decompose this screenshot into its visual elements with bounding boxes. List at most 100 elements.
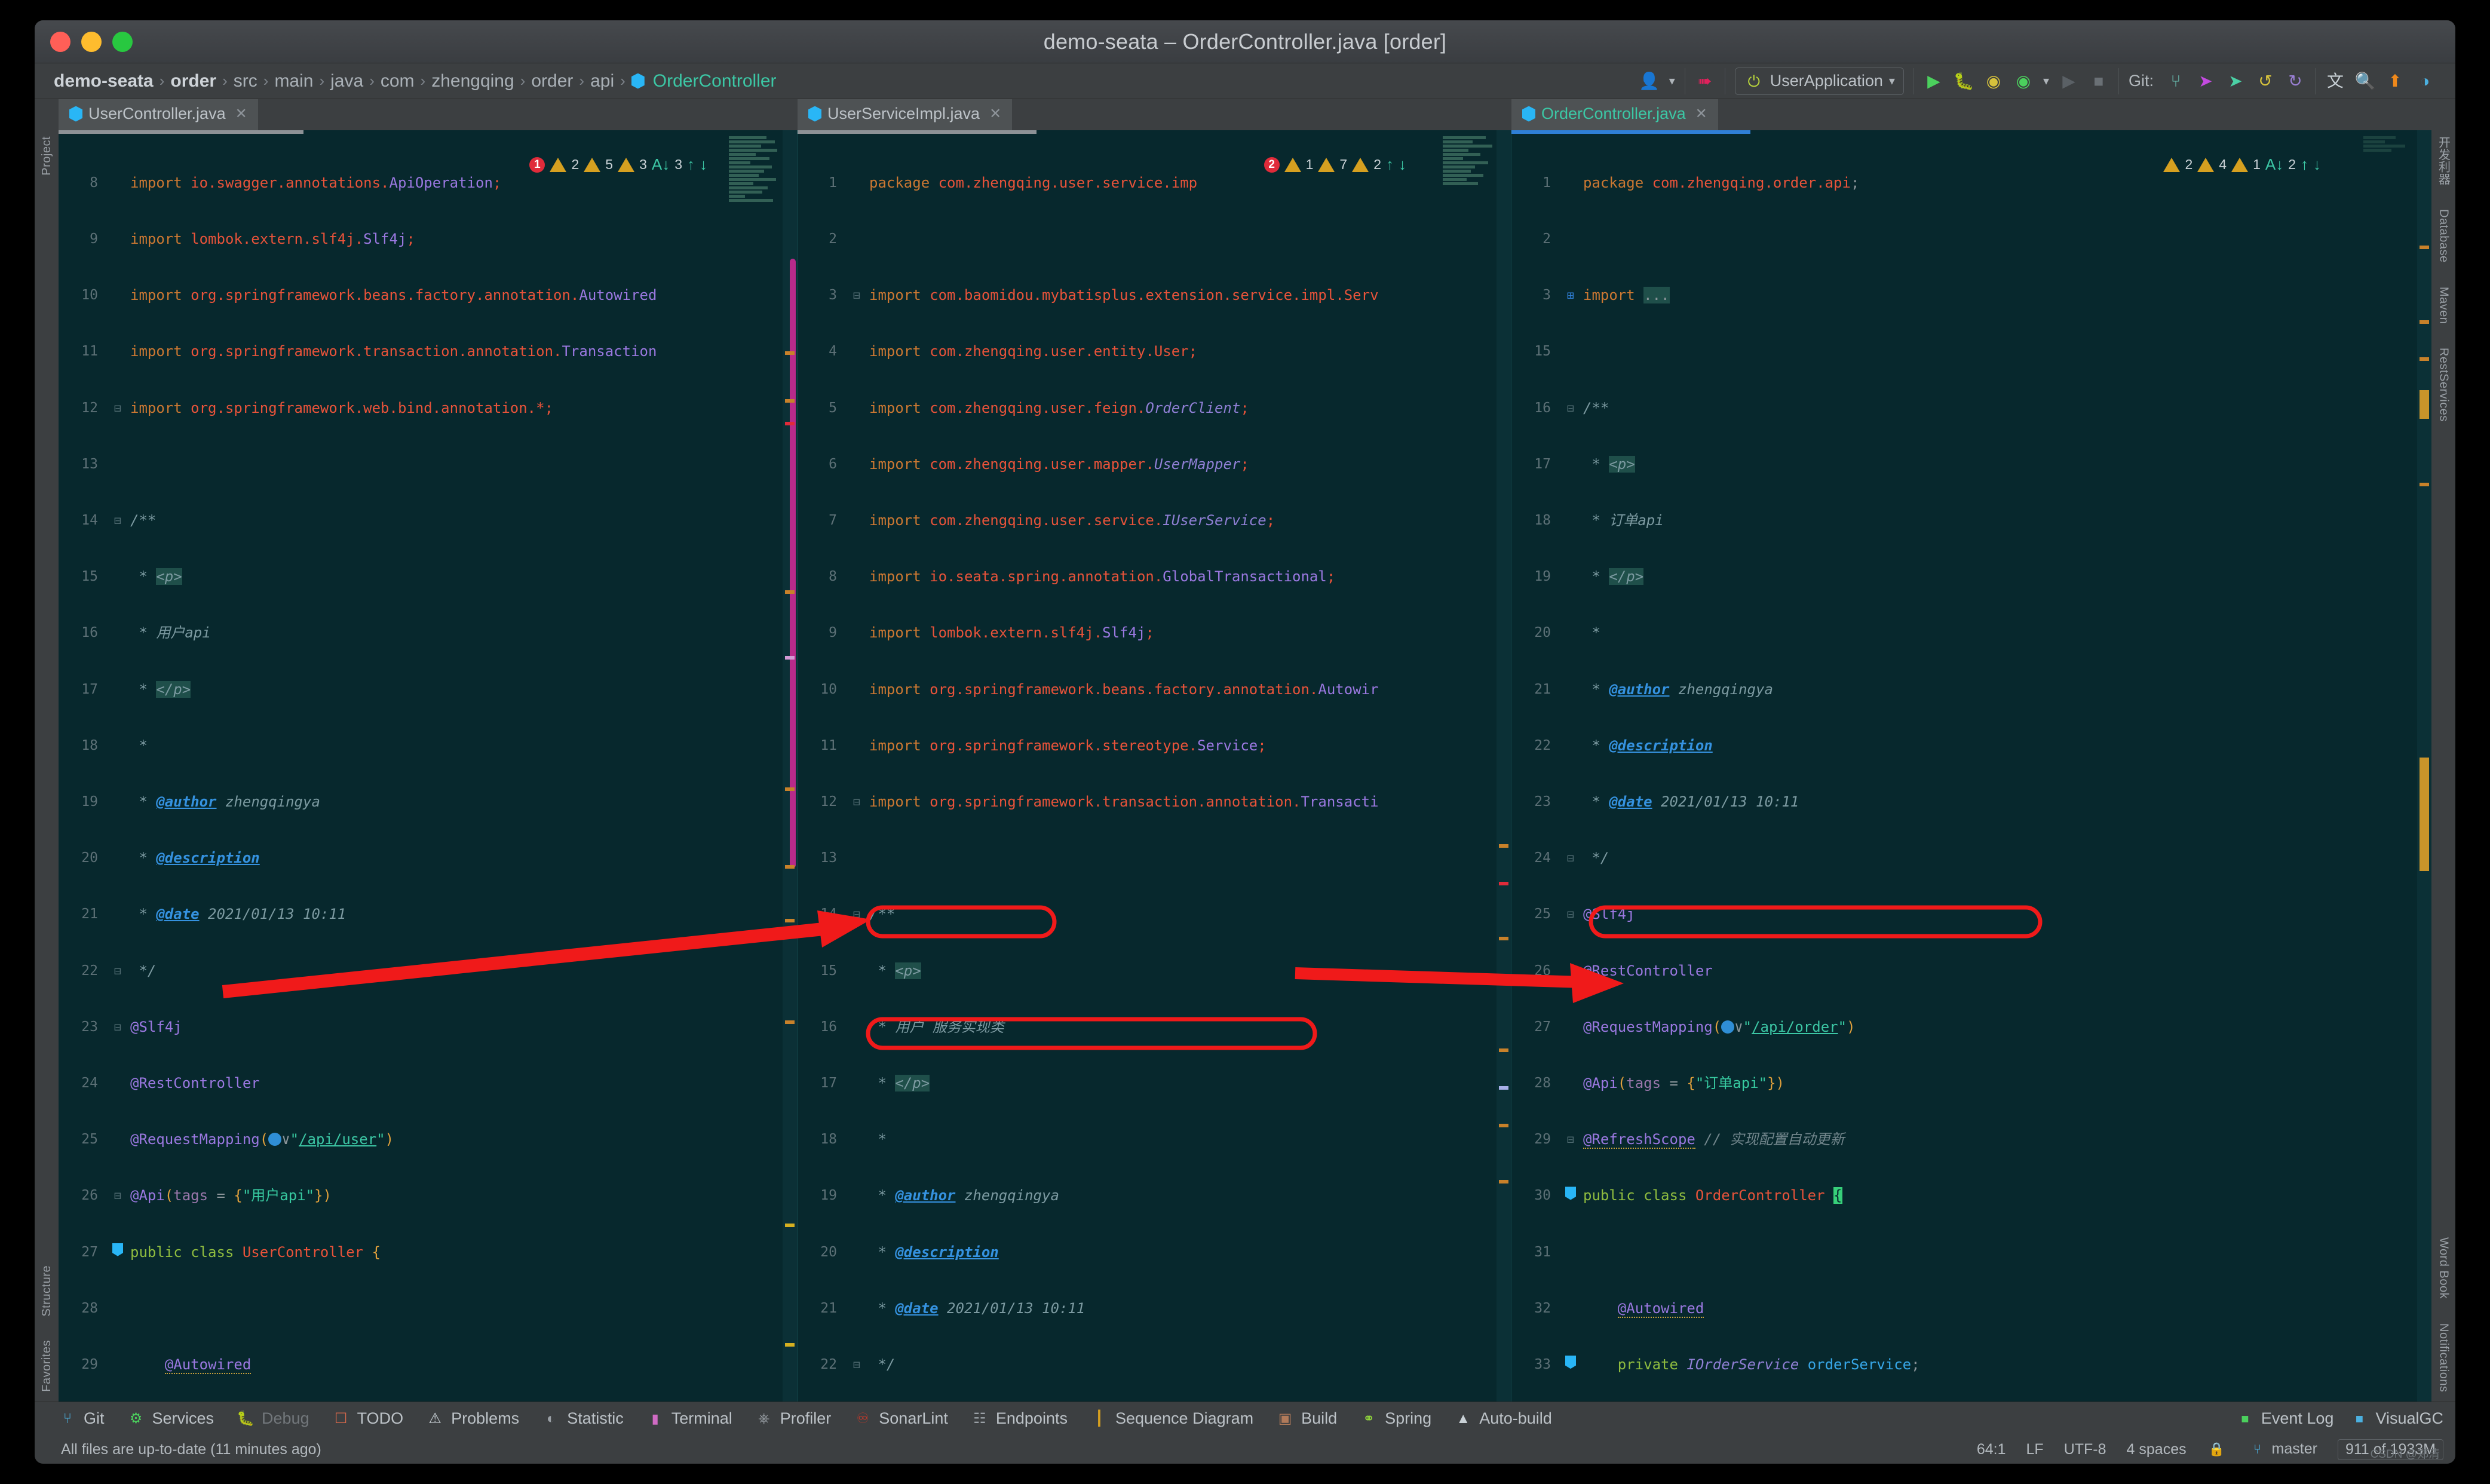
tool-button-spring[interactable]: ⚭ Spring: [1348, 1409, 1442, 1429]
warning-count-3: 2: [1373, 157, 1381, 172]
tool-button-todo[interactable]: ☐ TODO: [320, 1409, 415, 1429]
tool-button-statistic[interactable]: ◐ Statistic: [530, 1409, 634, 1429]
next-problem-icon[interactable]: ↓: [2313, 155, 2321, 174]
sidebar-item-wordbook[interactable]: Word Book: [2437, 1237, 2451, 1299]
tool-button-debug[interactable]: 🐛 Debug: [225, 1409, 320, 1429]
editor-scrollbar-thumb[interactable]: [790, 259, 796, 868]
tool-button-profiler[interactable]: ⎈ Profiler: [743, 1409, 842, 1429]
tool-button-problems[interactable]: ⚠ Problems: [414, 1409, 530, 1429]
code-minimap-left[interactable]: [729, 136, 783, 1402]
inspection-widget-middle[interactable]: 2 1 7 2 ↑ ↓: [1264, 155, 1406, 174]
prev-problem-icon[interactable]: ↑: [687, 155, 695, 174]
sidebar-item-notifications[interactable]: Notifications: [2437, 1323, 2451, 1392]
breadcrumb-item-5[interactable]: com: [377, 71, 418, 91]
translate-icon[interactable]: 文: [2325, 71, 2345, 91]
error-count-badge[interactable]: 1: [529, 157, 545, 173]
editor-tab-strip: UserController.java ✕ UserServiceImpl.ja…: [35, 99, 2455, 130]
debug-icon[interactable]: 🐛: [1954, 71, 1974, 91]
profiler-icon[interactable]: ◉: [2013, 71, 2034, 91]
change-marker: [785, 787, 795, 791]
sidebar-item-project[interactable]: Project: [40, 136, 54, 176]
tab-usercontroller[interactable]: UserController.java ✕: [59, 99, 258, 130]
inspection-widget-right[interactable]: 2 4 1 A↓ 2 ↑ ↓: [2163, 155, 2321, 174]
breadcrumb-item-4[interactable]: java: [327, 71, 367, 91]
ide-icon[interactable]: ◑: [2415, 71, 2435, 91]
run-coverage-icon[interactable]: ◉: [1983, 71, 2004, 91]
ca­ret-position[interactable]: 64:1: [1977, 1441, 2006, 1458]
breadcrumb-item-0[interactable]: demo-seata: [50, 71, 157, 91]
next-problem-icon[interactable]: ↓: [1399, 155, 1406, 174]
tool-button-build[interactable]: ▣ Build: [1264, 1409, 1348, 1429]
breadcrumb-separator: ›: [222, 72, 228, 90]
tool-button-auto-build[interactable]: ▲ Auto-build: [1442, 1409, 1563, 1429]
git-history-icon[interactable]: ↺: [2255, 71, 2276, 91]
close-icon[interactable]: ✕: [235, 105, 247, 122]
marker-bar-right[interactable]: [2417, 130, 2431, 1402]
chevron-down-icon[interactable]: ▾: [1889, 73, 1895, 88]
close-icon[interactable]: ✕: [989, 105, 1001, 122]
status-bar: All files are up-to-date (11 minutes ago…: [35, 1435, 2455, 1464]
typo-count: 3: [674, 157, 682, 172]
sidebar-item-favorites[interactable]: Favorites: [40, 1340, 54, 1392]
tool-button-git[interactable]: ⑂ Git: [47, 1409, 115, 1429]
tab-label: UserController.java: [88, 105, 226, 122]
sidebar-item-database[interactable]: Database: [2437, 209, 2451, 263]
breadcrumb[interactable]: demo-seata › order › src › main › java ›…: [50, 71, 780, 91]
line-separator[interactable]: LF: [2026, 1441, 2044, 1458]
git-revert-icon[interactable]: ↻: [2285, 71, 2305, 91]
tool-button-visualgc[interactable]: ■ VisualGC: [2349, 1409, 2443, 1429]
indent-setting[interactable]: 4 spaces: [2127, 1441, 2187, 1458]
marker-bar-left[interactable]: [783, 130, 797, 1402]
breadcrumb-item-2[interactable]: src: [230, 71, 261, 91]
code-middle[interactable]: 1 package com.zhengqing.user.service.imp …: [798, 136, 1511, 1402]
tool-button-sonarlint[interactable]: ♾ SonarLint: [842, 1409, 959, 1429]
code-minimap-right[interactable]: [2363, 136, 2417, 1402]
tool-button-services[interactable]: ⚙ Services: [115, 1409, 225, 1429]
tool-button-terminal[interactable]: ▮ Terminal: [634, 1409, 743, 1429]
chevron-down-icon[interactable]: ▾: [2043, 73, 2049, 88]
run-configuration-selector[interactable]: ⏻ UserApplication ▾: [1734, 67, 1904, 95]
people-icon[interactable]: 👤: [1639, 71, 1660, 91]
breadcrumb-item-6[interactable]: zhengqing: [428, 71, 517, 91]
branch-icon[interactable]: ➠: [1695, 71, 1715, 91]
editor-pane-ordercontroller[interactable]: 1 package com.zhengqing.order.api; 2 3 ⊞ im…: [1511, 130, 2431, 1402]
tool-button-endpoints[interactable]: ☷ Endpoints: [959, 1409, 1078, 1429]
run-icon[interactable]: ▶: [1924, 71, 1944, 91]
lock-icon[interactable]: 🔒: [2207, 1439, 2227, 1460]
prev-problem-icon[interactable]: ↑: [2301, 155, 2308, 174]
tab-userserviceimpl[interactable]: UserServiceImpl.java ✕: [798, 99, 1013, 130]
git-update-icon[interactable]: ➤: [2195, 71, 2216, 91]
sidebar-item-structure[interactable]: Structure: [40, 1265, 54, 1317]
git-branch-status[interactable]: ⑂ master: [2247, 1439, 2317, 1460]
close-icon[interactable]: ✕: [1695, 105, 1707, 122]
tab-ordercontroller[interactable]: OrderController.java ✕: [1511, 99, 1718, 130]
breadcrumb-item-1[interactable]: order: [167, 71, 220, 91]
breadcrumb-item-3[interactable]: main: [271, 71, 317, 91]
marker-bar-middle[interactable]: [1497, 130, 1511, 1402]
code-minimap-middle[interactable]: [1443, 136, 1497, 1402]
editor-pane-usercontroller[interactable]: 8 import io.swagger.annotations.ApiOperat…: [59, 130, 798, 1402]
breadcrumb-item-9[interactable]: OrderController: [649, 71, 780, 91]
git-branch-icon[interactable]: ⑂: [2166, 71, 2186, 91]
file-encoding[interactable]: UTF-8: [2064, 1441, 2106, 1458]
tool-button-sequence-diagram[interactable]: ┃ Sequence Diagram: [1078, 1409, 1264, 1429]
updates-icon[interactable]: ⬆: [2385, 71, 2405, 91]
search-icon[interactable]: 🔍: [2355, 71, 2376, 91]
prev-problem-icon[interactable]: ↑: [1386, 155, 1394, 174]
breadcrumb-item-7[interactable]: order: [528, 71, 576, 91]
git-commit-icon[interactable]: ➤: [2225, 71, 2246, 91]
run-config-label: UserApplication: [1770, 72, 1883, 90]
next-problem-icon[interactable]: ↓: [700, 155, 707, 174]
tool-button-event-log[interactable]: ■ Event Log: [2235, 1409, 2333, 1429]
editor-pane-userserviceimpl[interactable]: 1 package com.zhengqing.user.service.imp …: [798, 130, 1511, 1402]
sidebar-item-maven[interactable]: Maven: [2437, 287, 2451, 324]
sidebar-item-tools[interactable]: 开发利器: [2435, 136, 2452, 185]
change-marker: [2420, 483, 2429, 486]
sidebar-item-restservices[interactable]: RestServices: [2437, 348, 2451, 422]
code-left[interactable]: 8 import io.swagger.annotations.ApiOperat…: [59, 136, 797, 1402]
error-count-badge[interactable]: 2: [1264, 157, 1280, 173]
code-right[interactable]: 1 package com.zhengqing.order.api; 2 3 ⊞ im…: [1511, 136, 2431, 1402]
chevron-down-icon[interactable]: ▾: [1669, 73, 1675, 88]
breadcrumb-item-8[interactable]: api: [587, 71, 618, 91]
inspection-widget-left[interactable]: 1 2 5 3 A↓ 3 ↑ ↓: [529, 155, 707, 174]
